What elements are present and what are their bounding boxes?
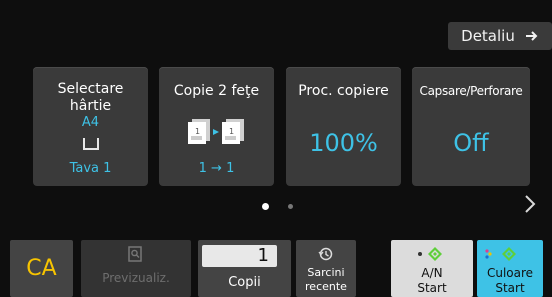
start-diamond-icon [485, 247, 516, 261]
recent-jobs-label-line2: recente [305, 280, 347, 293]
recent-jobs-label-line1: Sarcini [307, 266, 345, 279]
copies-value: 1 [257, 245, 269, 266]
copies-control[interactable]: 1 Copii [198, 240, 291, 297]
preview-icon [128, 246, 142, 262]
svg-text:1: 1 [229, 127, 234, 136]
detail-button[interactable]: Detaliu [448, 22, 552, 50]
svg-text:1: 1 [195, 127, 200, 136]
copy-ratio-value: 100% [309, 129, 378, 157]
ca-label: CA [26, 256, 57, 281]
copies-label: Copii [228, 275, 261, 290]
preview-button[interactable]: Previzualiz. [81, 240, 191, 297]
copies-input[interactable]: 1 [202, 245, 277, 267]
page-dot-active [262, 203, 269, 210]
bottom-bar: CA Previzualiz. 1 Copii Sarcini recente [0, 240, 552, 297]
staple-punch-title: Capsare/Perforare [419, 84, 523, 98]
staple-punch-tile[interactable]: Capsare/Perforare Off [412, 67, 530, 186]
paper-tray-value: Tava 1 [69, 161, 112, 176]
page-indicator [0, 203, 552, 213]
bw-start-button[interactable]: A/N Start [391, 240, 473, 297]
color-start-label-line2: Start [495, 281, 525, 295]
staple-punch-value: Off [453, 129, 489, 157]
color-start-label-line1: Culoare [486, 266, 534, 280]
copy-ratio-tile[interactable]: Proc. copiere 100% [286, 67, 401, 186]
detail-label: Detaliu [461, 27, 515, 45]
page-dot-inactive [288, 204, 293, 209]
bw-start-label-line1: A/N [421, 266, 443, 280]
arrow-right-icon [525, 31, 538, 41]
duplex-copy-title: Copie 2 feţe [173, 83, 260, 99]
history-icon [318, 247, 333, 261]
color-start-button[interactable]: Culoare Start [477, 240, 543, 297]
paper-select-title: Selectare hârtie [57, 81, 124, 114]
duplex-copy-icon: 1 1 [188, 119, 244, 144]
chevron-right-icon[interactable] [520, 192, 540, 216]
paper-select-tile[interactable]: Selectare hârtie A4 Tava 1 [33, 67, 148, 186]
bw-start-label-line2: Start [417, 281, 447, 295]
duplex-mode-value: 1 → 1 [198, 161, 235, 176]
ca-button[interactable]: CA [10, 240, 73, 297]
duplex-copy-tile[interactable]: Copie 2 feţe 1 1 1 → 1 [159, 67, 274, 186]
paper-size-value: A4 [81, 115, 100, 130]
start-diamond-icon [418, 247, 442, 261]
copy-ratio-title: Proc. copiere [298, 83, 389, 99]
preview-label: Previzualiz. [102, 271, 170, 285]
recent-jobs-button[interactable]: Sarcini recente [296, 240, 356, 297]
paper-tray-icon [83, 138, 99, 150]
